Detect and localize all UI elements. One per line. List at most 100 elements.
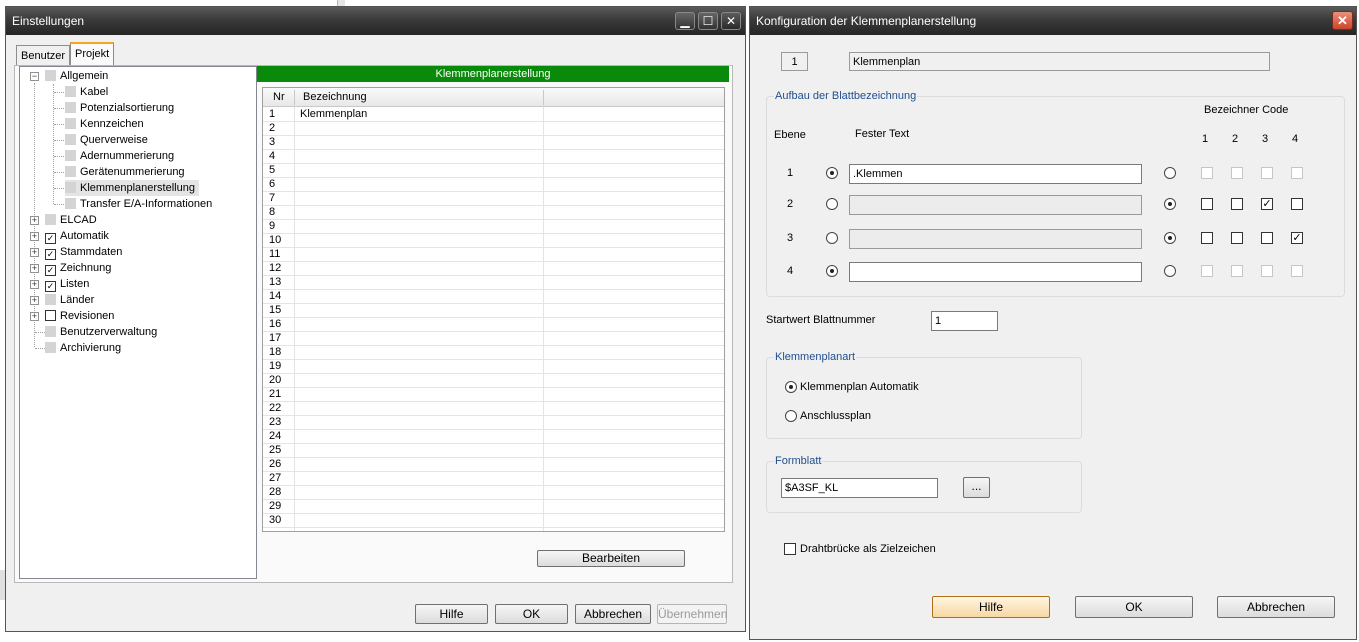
drahtbruecke-checkbox[interactable] [784,543,796,555]
table-row[interactable]: 10 [263,234,724,248]
table-row[interactable]: 25 [263,444,724,458]
formblatt-input[interactable]: $A3SF_KL [781,478,938,498]
tree-item-elcad[interactable]: ELCAD [45,212,97,228]
edit-button[interactable]: Bearbeiten [537,550,685,567]
expand-icon[interactable]: + [30,296,39,305]
table-row[interactable]: 9 [263,220,724,234]
table-row[interactable]: 17 [263,332,724,346]
tree-item-automatik[interactable]: ✓ Automatik [45,228,109,244]
expand-icon[interactable]: + [30,248,39,257]
code-checkbox-checked[interactable]: ✓ [1291,232,1303,244]
tree-item-adernummerierung[interactable]: Adernummerierung [65,148,174,164]
fixed-text-input[interactable]: .Klemmen [849,164,1142,184]
table-row[interactable]: 27 [263,472,724,486]
help-button[interactable]: Hilfe [932,596,1050,618]
code-checkbox[interactable] [1261,167,1273,179]
drahtbruecke-label[interactable]: Drahtbrücke als Zielzeichen [800,543,936,555]
code-checkbox[interactable] [1231,167,1243,179]
ok-button[interactable]: OK [495,604,568,624]
code-checkbox[interactable] [1201,232,1213,244]
code-checkbox[interactable] [1261,265,1273,277]
table-row[interactable]: 2 [263,122,724,136]
table-row[interactable]: 30 [263,514,724,528]
art-anschlussplan-radio[interactable] [785,410,797,422]
table-row[interactable]: 19 [263,360,724,374]
table-row[interactable]: 23 [263,416,724,430]
fixed-text-radio[interactable] [826,198,838,210]
tree-item-transfer-ea[interactable]: Transfer E/A-Informationen [65,196,212,212]
table-row[interactable]: 5 [263,164,724,178]
help-button[interactable]: Hilfe [415,604,488,624]
art-automatik-radio[interactable] [785,381,797,393]
expand-icon[interactable]: + [30,216,39,225]
cancel-button[interactable]: Abbrechen [575,604,651,624]
tree-item-allgemein[interactable]: Allgemein [45,68,108,84]
code-checkbox-checked[interactable]: ✓ [1261,198,1273,210]
table-row[interactable]: 4 [263,150,724,164]
tree-item-kennzeichen[interactable]: Kennzeichen [65,116,144,132]
table-row[interactable]: 15 [263,304,724,318]
fixed-text-input[interactable] [849,262,1142,282]
cancel-button[interactable]: Abbrechen [1217,596,1335,618]
code-radio[interactable] [1164,198,1176,210]
code-checkbox[interactable] [1261,232,1273,244]
tree-item-zeichnung[interactable]: ✓ Zeichnung [45,260,111,276]
expand-icon[interactable]: + [30,280,39,289]
code-checkbox[interactable] [1201,265,1213,277]
fixed-text-input[interactable] [849,229,1142,249]
expand-icon[interactable]: + [30,264,39,273]
table-row[interactable]: 16 [263,318,724,332]
tree-item-revisionen[interactable]: Revisionen [45,308,114,324]
table-row[interactable]: 28 [263,486,724,500]
close-button[interactable]: ✕ [721,12,741,30]
apply-button[interactable]: Übernehmen [657,604,727,624]
collapse-icon[interactable]: − [30,72,39,81]
art-automatik-label[interactable]: Klemmenplan Automatik [800,381,919,393]
code-radio[interactable] [1164,167,1176,179]
fixed-text-radio[interactable] [826,232,838,244]
tree-item-geraetenummerierung[interactable]: Gerätenummerierung [65,164,185,180]
maximize-button[interactable]: ☐ [698,12,718,30]
code-checkbox[interactable] [1291,265,1303,277]
tree-item-listen[interactable]: ✓ Listen [45,276,89,292]
table-row[interactable]: 24 [263,430,724,444]
table-row[interactable]: 8 [263,206,724,220]
table-row[interactable]: 21 [263,388,724,402]
column-header-nr[interactable]: Nr [273,91,285,103]
code-checkbox[interactable] [1291,167,1303,179]
expand-icon[interactable]: + [30,312,39,321]
fixed-text-input[interactable] [849,195,1142,215]
expand-icon[interactable]: + [30,232,39,241]
code-checkbox[interactable] [1291,198,1303,210]
code-checkbox[interactable] [1201,167,1213,179]
table-row[interactable]: 22 [263,402,724,416]
table-row[interactable]: 14 [263,290,724,304]
art-anschlussplan-label[interactable]: Anschlussplan [800,410,871,422]
tree-item-kabel[interactable]: Kabel [65,84,108,100]
tree-item-potenzialsortierung[interactable]: Potenzialsortierung [65,100,174,116]
code-checkbox[interactable] [1231,232,1243,244]
tree-item-laender[interactable]: Länder [45,292,94,308]
tree-item-klemmenplanerstellung[interactable]: Klemmenplanerstellung [65,180,199,196]
table-row[interactable]: 26 [263,458,724,472]
code-checkbox[interactable] [1201,198,1213,210]
code-radio[interactable] [1164,265,1176,277]
tree-item-querverweise[interactable]: Querverweise [65,132,148,148]
column-header-bezeichnung[interactable]: Bezeichnung [303,91,367,103]
ok-button[interactable]: OK [1075,596,1193,618]
table-row[interactable]: 18 [263,346,724,360]
table-row[interactable]: 12 [263,262,724,276]
code-radio[interactable] [1164,232,1176,244]
tree-item-benutzerverwaltung[interactable]: Benutzerverwaltung [45,324,157,340]
tab-projekt[interactable]: Projekt [70,42,115,65]
table-row[interactable]: 11 [263,248,724,262]
startwert-input[interactable]: 1 [931,311,998,331]
tree-item-archivierung[interactable]: Archivierung [45,340,121,356]
code-checkbox[interactable] [1231,198,1243,210]
minimize-button[interactable]: ▁ [675,12,695,30]
tree-item-stammdaten[interactable]: ✓ Stammdaten [45,244,122,260]
code-checkbox[interactable] [1231,265,1243,277]
close-icon[interactable]: ✕ [1332,11,1353,30]
fixed-text-radio[interactable] [826,167,838,179]
table-row[interactable]: 29 [263,500,724,514]
